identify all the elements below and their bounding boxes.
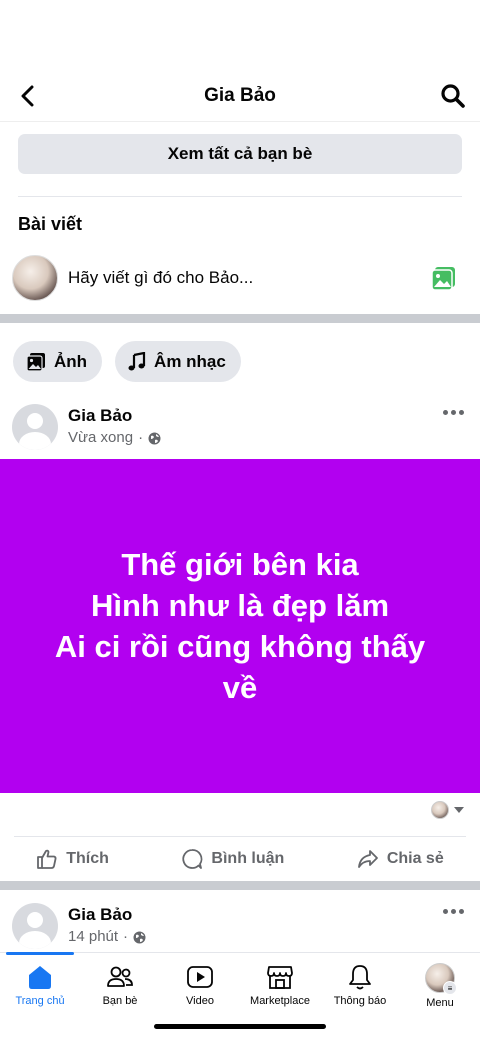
author-avatar[interactable] [12, 404, 58, 450]
reactor-avatar [431, 801, 449, 819]
comment-icon [182, 849, 203, 869]
divider [18, 196, 462, 197]
tab-video[interactable]: Video [160, 953, 240, 1014]
video-icon [187, 966, 213, 988]
search-button[interactable] [438, 81, 468, 111]
bell-icon [349, 965, 371, 990]
tab-marketplace[interactable]: Marketplace [240, 953, 320, 1014]
globe-icon [148, 432, 161, 444]
divider [14, 836, 466, 837]
author-avatar[interactable] [12, 903, 58, 949]
search-icon [441, 84, 465, 108]
home-indicator [154, 1024, 326, 1029]
marketplace-icon [267, 966, 293, 989]
more-options-button[interactable] [443, 909, 464, 914]
post-composer[interactable]: Hãy viết gì đó cho Bảo... [12, 254, 468, 302]
music-chip-label: Âm nhạc [154, 351, 226, 371]
friends-icon [107, 966, 133, 987]
filter-chips: Ảnh Âm nhạc [13, 341, 241, 382]
page-title: Gia Bảo [204, 84, 276, 106]
photos-chip-label: Ảnh [54, 351, 88, 371]
see-all-friends-button[interactable]: Xem tất cả bạn bè [18, 134, 462, 174]
react-as-selector[interactable] [431, 801, 464, 819]
post-actions: Thích Bình luận Chia sẻ [0, 842, 480, 876]
post-author[interactable]: Gia Bảo [68, 904, 146, 926]
tab-notifications[interactable]: Thông báo [320, 953, 400, 1014]
globe-icon [133, 931, 146, 943]
post-timestamp: Vừa xong · [68, 427, 161, 449]
composer-placeholder[interactable]: Hãy viết gì đó cho Bảo... [68, 268, 430, 288]
post-header: Gia Bảo 14 phút · [12, 903, 468, 951]
photos-chip[interactable]: Ảnh [13, 341, 103, 382]
menu-lines-icon: ≡ [443, 981, 457, 995]
share-button[interactable]: Chia sẻ [357, 848, 444, 870]
post-header: Gia Bảo Vừa xong · [12, 404, 468, 452]
bottom-tab-bar: Trang chủ Bạn bè Video Marketplace Thông… [0, 952, 480, 1014]
more-options-button[interactable] [443, 410, 464, 415]
photo-icon [26, 352, 45, 372]
tab-friends[interactable]: Bạn bè [80, 953, 160, 1014]
menu-avatar: ≡ [425, 963, 457, 995]
thumbs-up-icon [37, 849, 57, 869]
tab-menu[interactable]: ≡ Menu [400, 953, 480, 1014]
like-button[interactable]: Thích [36, 848, 109, 870]
post-text-background: Thế giới bên kia Hình như là đẹp lăm Ai … [0, 459, 480, 793]
post-timestamp: 14 phút · [68, 926, 146, 948]
post-content: Thế giới bên kia Hình như là đẹp lăm Ai … [54, 547, 426, 705]
section-separator [0, 881, 480, 890]
music-chip[interactable]: Âm nhạc [115, 341, 241, 382]
post-author[interactable]: Gia Bảo [68, 405, 161, 427]
posts-section-title: Bài viết [18, 214, 83, 234]
caret-down-icon [454, 807, 464, 813]
back-button[interactable] [14, 82, 42, 110]
share-icon [357, 850, 378, 868]
comment-button[interactable]: Bình luận [181, 848, 284, 870]
tab-home[interactable]: Trang chủ [0, 952, 80, 1014]
add-photo-icon[interactable] [430, 264, 458, 292]
user-avatar [12, 255, 58, 301]
chevron-left-icon [21, 85, 34, 107]
music-note-icon [128, 351, 146, 370]
home-icon [29, 966, 51, 989]
top-navigation-bar: Gia Bảo [0, 70, 480, 122]
active-tab-indicator [6, 952, 74, 955]
section-separator [0, 314, 480, 323]
